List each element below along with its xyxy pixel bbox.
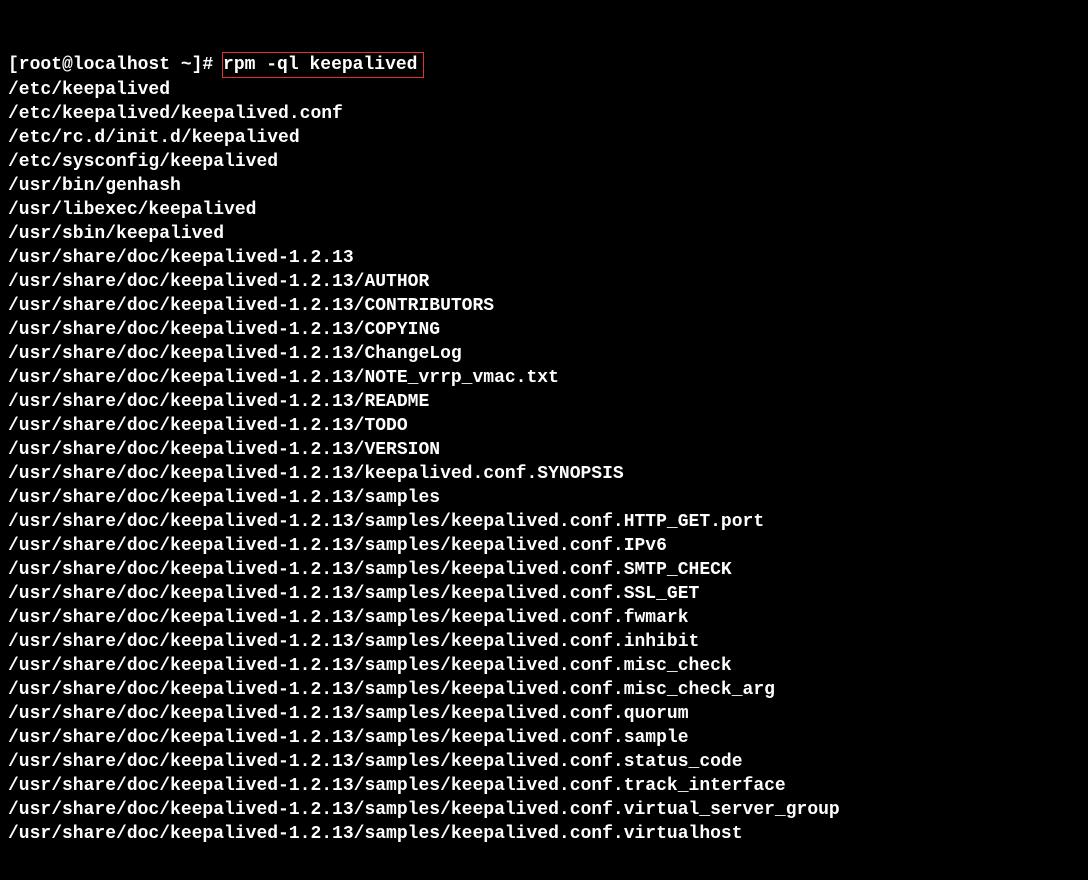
output-line: /usr/share/doc/keepalived-1.2.13/samples… (8, 822, 1080, 846)
output-line: /etc/sysconfig/keepalived (8, 150, 1080, 174)
output-line: /usr/share/doc/keepalived-1.2.13/TODO (8, 414, 1080, 438)
output-line: /usr/share/doc/keepalived-1.2.13 (8, 246, 1080, 270)
output-line: /usr/share/doc/keepalived-1.2.13/samples… (8, 606, 1080, 630)
output-line: /usr/share/doc/keepalived-1.2.13/samples… (8, 582, 1080, 606)
output-line: /usr/share/doc/keepalived-1.2.13/ChangeL… (8, 342, 1080, 366)
output-line: /usr/share/doc/keepalived-1.2.13/samples… (8, 678, 1080, 702)
output-line: /usr/share/doc/keepalived-1.2.13/NOTE_vr… (8, 366, 1080, 390)
output-line: /etc/keepalived (8, 78, 1080, 102)
output-line: /etc/keepalived/keepalived.conf (8, 102, 1080, 126)
output-line: /usr/share/doc/keepalived-1.2.13/samples… (8, 750, 1080, 774)
output-line: /usr/share/doc/keepalived-1.2.13/CONTRIB… (8, 294, 1080, 318)
output-line: /usr/share/doc/keepalived-1.2.13/AUTHOR (8, 270, 1080, 294)
output-line: /usr/share/doc/keepalived-1.2.13/samples… (8, 534, 1080, 558)
output-line: /usr/share/doc/keepalived-1.2.13/COPYING (8, 318, 1080, 342)
output-line: /usr/share/doc/keepalived-1.2.13/keepali… (8, 462, 1080, 486)
output-line: /usr/share/doc/keepalived-1.2.13/README (8, 390, 1080, 414)
output-line: /usr/share/doc/keepalived-1.2.13/samples… (8, 702, 1080, 726)
output-line: /usr/share/doc/keepalived-1.2.13/samples… (8, 726, 1080, 750)
output-line: /usr/share/doc/keepalived-1.2.13/VERSION (8, 438, 1080, 462)
output-line: /usr/share/doc/keepalived-1.2.13/samples… (8, 630, 1080, 654)
output-line: /usr/bin/genhash (8, 174, 1080, 198)
terminal-pane[interactable]: [root@localhost ~]# rpm -ql keepalived/e… (0, 0, 1088, 880)
shell-prompt: [root@localhost ~]# (8, 55, 213, 75)
command-input[interactable]: rpm -ql keepalived (222, 52, 424, 78)
output-line: /usr/share/doc/keepalived-1.2.13/samples… (8, 798, 1080, 822)
command-output: /etc/keepalived/etc/keepalived/keepalive… (8, 78, 1080, 846)
output-line: /usr/share/doc/keepalived-1.2.13/samples… (8, 654, 1080, 678)
output-line: /usr/share/doc/keepalived-1.2.13/samples… (8, 774, 1080, 798)
output-line: /usr/sbin/keepalived (8, 222, 1080, 246)
output-line: /usr/share/doc/keepalived-1.2.13/samples… (8, 558, 1080, 582)
output-line: /usr/libexec/keepalived (8, 198, 1080, 222)
output-line: /usr/share/doc/keepalived-1.2.13/samples… (8, 510, 1080, 534)
output-line: /etc/rc.d/init.d/keepalived (8, 126, 1080, 150)
prompt-line: [root@localhost ~]# rpm -ql keepalived (8, 52, 1080, 78)
output-line: /usr/share/doc/keepalived-1.2.13/samples (8, 486, 1080, 510)
